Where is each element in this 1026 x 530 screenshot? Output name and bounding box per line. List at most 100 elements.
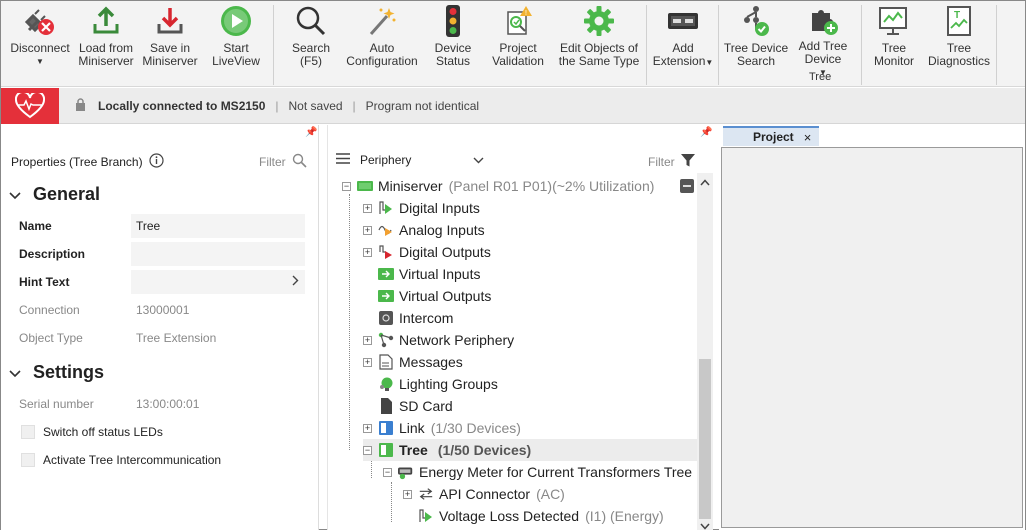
properties-panel: 📌 Properties (Tree Branch) Filter Genera… [1, 125, 319, 530]
ribbon-toolbar: Disconnect ▼ Load from Miniserver Save i… [1, 1, 1025, 87]
switch-off-leds-checkbox[interactable]: Switch off status LEDs [21, 425, 163, 439]
expand-icon[interactable]: + [363, 423, 372, 433]
properties-header: Properties (Tree Branch) [11, 153, 164, 171]
tree-guide-line [391, 482, 392, 522]
save-in-miniserver-button[interactable]: Save in Miniserver [139, 3, 201, 73]
add-tree-device-button[interactable]: Add Tree Device ▼ [795, 3, 851, 77]
prop-serial-number: Serial number 13:00:00:01 [19, 392, 307, 416]
close-icon[interactable]: × [804, 130, 812, 145]
collapse-icon[interactable]: − [342, 181, 351, 191]
messages-icon [378, 354, 394, 370]
chevron-right-icon [292, 275, 299, 289]
tree-monitor-button[interactable]: Tree Monitor [867, 3, 921, 73]
periphery-dropdown[interactable]: Periphery [336, 153, 484, 167]
diagnostics-icon: T [941, 3, 977, 39]
prop-object-type: Object Type Tree Extension [19, 326, 307, 350]
checkbox[interactable] [21, 425, 35, 439]
description-field[interactable] [131, 242, 305, 266]
properties-filter[interactable]: Filter [259, 153, 307, 171]
tree-item-digital-outputs[interactable]: + Digital Outputs [363, 241, 491, 263]
program-status: Program not identical [365, 98, 480, 113]
section-settings[interactable]: Settings [9, 362, 104, 383]
analog-input-icon [378, 222, 394, 238]
add-extension-button[interactable]: Add Extension▼ [651, 3, 715, 73]
tree-item-virtual-inputs[interactable]: Virtual Inputs [363, 263, 480, 285]
project-validation-button[interactable]: ! Project Validation [487, 3, 549, 73]
tree-item-link[interactable]: + Link (1/30 Devices) [363, 417, 521, 439]
tree-item-network-periphery[interactable]: + Network Periphery [363, 329, 514, 351]
svg-text:T: T [954, 10, 960, 21]
periphery-filter[interactable]: Filter [648, 153, 695, 170]
expand-icon[interactable]: + [363, 357, 372, 367]
expand-icon[interactable]: + [403, 489, 412, 499]
tree-item-lighting-groups[interactable]: Lighting Groups [363, 373, 498, 395]
tree-item-api-connector[interactable]: + API Connector (AC) [403, 483, 565, 505]
link-icon [378, 420, 394, 436]
project-canvas[interactable] [721, 147, 1023, 528]
hint-text-field[interactable] [131, 270, 305, 294]
tree-device-search-button[interactable]: Tree Device Search [723, 3, 789, 73]
scroll-thumb[interactable] [699, 359, 711, 519]
puzzle-add-icon [805, 3, 841, 37]
scroll-down-icon[interactable] [700, 519, 710, 530]
digital-input-icon [418, 508, 434, 524]
search-button[interactable]: Search (F5) [283, 3, 339, 73]
digital-input-icon [378, 200, 394, 216]
scroll-up-icon[interactable] [700, 175, 710, 189]
object-type-value: Tree Extension [136, 331, 217, 345]
tree-diagnostics-button[interactable]: T Tree Diagnostics [925, 3, 993, 73]
ribbon-separator [646, 5, 647, 85]
chevron-down-icon [9, 184, 21, 205]
edit-objects-same-type-button[interactable]: Edit Objects of the Same Type [557, 3, 641, 73]
info-icon[interactable] [149, 153, 164, 171]
periphery-scrollbar[interactable] [697, 173, 713, 530]
search-icon [293, 3, 329, 39]
collapse-icon[interactable]: − [363, 445, 372, 455]
monitor-icon [876, 3, 912, 39]
checkbox[interactable] [21, 453, 35, 467]
start-liveview-button[interactable]: Start LiveView [205, 3, 267, 73]
tab-project[interactable]: Project × [723, 126, 820, 146]
pin-icon[interactable]: 📌 [700, 127, 712, 138]
prop-description: Description [19, 242, 307, 266]
section-general[interactable]: General [9, 184, 100, 205]
tree-item-miniserver[interactable]: − Miniserver (Panel R01 P01)(~2% Utiliza… [342, 175, 654, 197]
tree-item-tree[interactable]: − Tree (1/50 Devices) [363, 439, 697, 461]
disconnect-icon [22, 3, 58, 39]
tree-item-energy-meter[interactable]: − Energy Meter for Current Transformers … [383, 461, 692, 483]
auto-configuration-button[interactable]: Auto Configuration [343, 3, 421, 73]
tree-item-virtual-outputs[interactable]: Virtual Outputs [363, 285, 491, 307]
name-field[interactable]: Tree [131, 214, 305, 238]
activate-intercom-checkbox[interactable]: Activate Tree Intercommunication [21, 453, 221, 467]
load-from-miniserver-button[interactable]: Load from Miniserver [75, 3, 137, 73]
heartbeat-icon[interactable] [1, 87, 59, 124]
tree-item-messages[interactable]: + Messages [363, 351, 463, 373]
expand-icon[interactable]: + [363, 335, 372, 345]
lightbulb-icon [378, 376, 394, 392]
tree-item-analog-inputs[interactable]: + Analog Inputs [363, 219, 485, 241]
tree-item-digital-inputs[interactable]: + Digital Inputs [363, 197, 480, 219]
ribbon-group-tree-label: Tree [809, 71, 832, 83]
ribbon-separator [996, 5, 997, 85]
pin-icon[interactable]: 📌 [305, 127, 317, 138]
prop-name: Name Tree [19, 214, 307, 238]
tree-guide-line [349, 194, 350, 450]
sd-card-icon [378, 398, 394, 414]
extension-icon [665, 3, 701, 39]
miniserver-icon [357, 178, 373, 194]
tree-item-voltage-loss[interactable]: Voltage Loss Detected (I1) (Energy) [403, 505, 664, 527]
tree-item-sd-card[interactable]: SD Card [363, 395, 453, 417]
network-icon [378, 332, 394, 348]
properties-title: Properties (Tree Branch) [11, 155, 143, 169]
connection-status: Locally connected to MS2150 [98, 98, 266, 113]
expand-icon[interactable]: + [363, 247, 372, 257]
intercom-icon [378, 310, 394, 326]
status-bar: Locally connected to MS2150 | Not saved … [1, 87, 1025, 124]
expand-icon[interactable]: + [363, 203, 372, 213]
device-status-button[interactable]: Device Status [425, 3, 481, 73]
collapse-all-button[interactable] [680, 179, 694, 193]
collapse-icon[interactable]: − [383, 467, 392, 477]
tree-item-intercom[interactable]: Intercom [363, 307, 453, 329]
disconnect-button[interactable]: Disconnect ▼ [9, 3, 71, 73]
expand-icon[interactable]: + [363, 225, 372, 235]
